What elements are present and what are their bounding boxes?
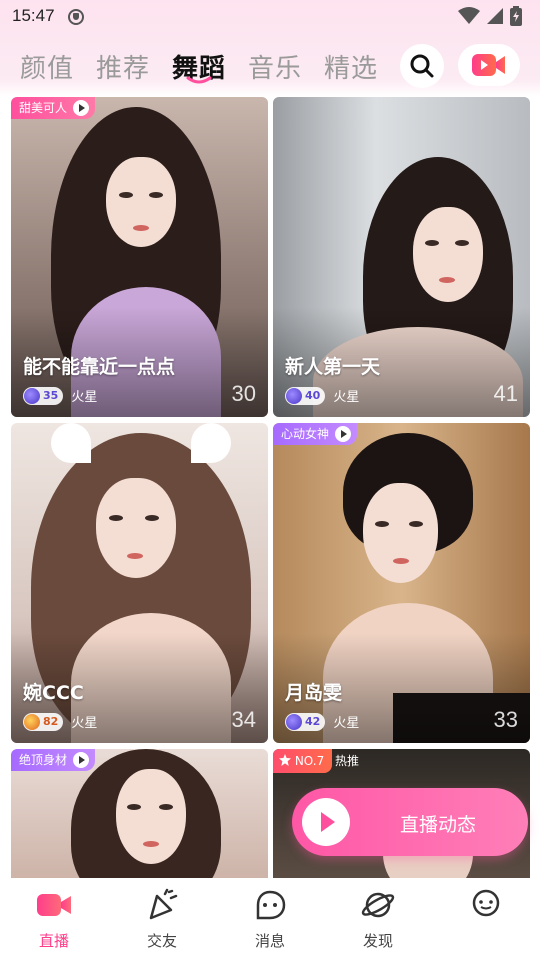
nav-label: 交友: [146, 932, 177, 950]
rank-label: NO.7: [294, 754, 325, 768]
hot-label: 热推: [335, 754, 360, 768]
viewer-count: 30: [231, 381, 256, 406]
card-tag-label: 绝顶身材: [19, 753, 68, 767]
star-icon: [279, 754, 291, 766]
status-bar: 15:47: [0, 0, 540, 34]
go-live-button[interactable]: [458, 44, 520, 86]
viewer-count: 41: [493, 381, 518, 406]
nav-friends[interactable]: 交友: [108, 886, 216, 951]
viewer-count: 34: [231, 707, 256, 732]
play-icon: [302, 798, 350, 846]
card-meta: 42 火星: [285, 712, 359, 731]
level-badge: 35: [23, 386, 64, 405]
live-room-card[interactable]: 心动女神 月岛雯 42 火星 33: [273, 423, 530, 743]
card-planet: 火星: [71, 390, 98, 405]
live-room-card[interactable]: 甜美可人 能不能靠近一点点 35 火星 30: [11, 97, 268, 417]
nav-profile[interactable]: [432, 886, 540, 930]
level-badge: 82: [23, 712, 64, 731]
live-feed-button[interactable]: 直播动态: [292, 788, 528, 856]
card-meta: 40 火星: [285, 386, 359, 405]
nav-discover[interactable]: 发现: [324, 886, 432, 951]
nav-messages[interactable]: 消息: [216, 886, 324, 951]
nav-label: 消息: [254, 932, 285, 950]
level-badge: 42: [285, 712, 326, 731]
live-camera-icon: [472, 54, 505, 76]
tab-yinyue[interactable]: 音乐: [248, 48, 302, 85]
live-room-card[interactable]: 绝顶身材: [11, 749, 268, 879]
wifi-icon: [458, 7, 480, 24]
card-title: 婉CCC: [23, 682, 84, 704]
message-bubble-icon: [256, 890, 286, 920]
live-camera-icon: [37, 894, 71, 916]
card-tag-label: 心动女神: [281, 427, 330, 441]
card-title: 新人第一天: [285, 356, 381, 378]
nav-live[interactable]: 直播: [0, 886, 108, 951]
card-planet: 火星: [333, 716, 360, 731]
status-time: 15:47: [12, 6, 55, 25]
level-badge: 40: [285, 386, 326, 405]
card-meta: 82 火星: [23, 712, 97, 731]
card-tag-label: 甜美可人: [19, 101, 68, 115]
card-meta: 35 火星: [23, 386, 97, 405]
card-tag: 甜美可人: [11, 97, 96, 119]
search-button[interactable]: [400, 44, 444, 88]
viewer-count: 33: [493, 707, 518, 732]
chevron-right-icon: [73, 752, 90, 768]
status-icons: [458, 6, 522, 26]
search-icon: [410, 54, 434, 78]
nav-label: 发现: [362, 932, 393, 950]
nav-label: 直播: [38, 932, 69, 950]
card-tag: 心动女神: [273, 423, 358, 445]
card-tag: 绝顶身材: [11, 749, 96, 771]
rank-badge: NO.7: [273, 749, 333, 773]
tab-yanzhi[interactable]: 颜值: [20, 48, 74, 85]
card-planet: 火星: [71, 716, 98, 731]
signal-icon: [487, 8, 503, 24]
party-horn-icon: [149, 888, 178, 920]
bottom-nav: 直播 交友 消息 发现: [0, 878, 540, 960]
smiley-bubble-icon: [472, 889, 500, 917]
live-room-card[interactable]: 新人第一天 40 火星 41: [273, 97, 530, 417]
card-planet: 火星: [333, 390, 360, 405]
chevron-right-icon: [335, 426, 352, 442]
live-room-card[interactable]: 婉CCC 82 火星 34: [11, 423, 268, 743]
shield-icon: [68, 9, 84, 25]
live-feed-label: 直播动态: [400, 814, 477, 836]
card-title: 能不能靠近一点点: [23, 356, 176, 378]
card-title: 月岛雯: [285, 682, 343, 704]
active-tab-indicator: [186, 76, 212, 84]
battery-icon: [510, 6, 522, 26]
chevron-right-icon: [73, 100, 90, 116]
tab-jingxuan[interactable]: 精选: [324, 48, 378, 85]
tab-tuijian[interactable]: 推荐: [96, 48, 150, 85]
planet-icon: [361, 892, 395, 918]
